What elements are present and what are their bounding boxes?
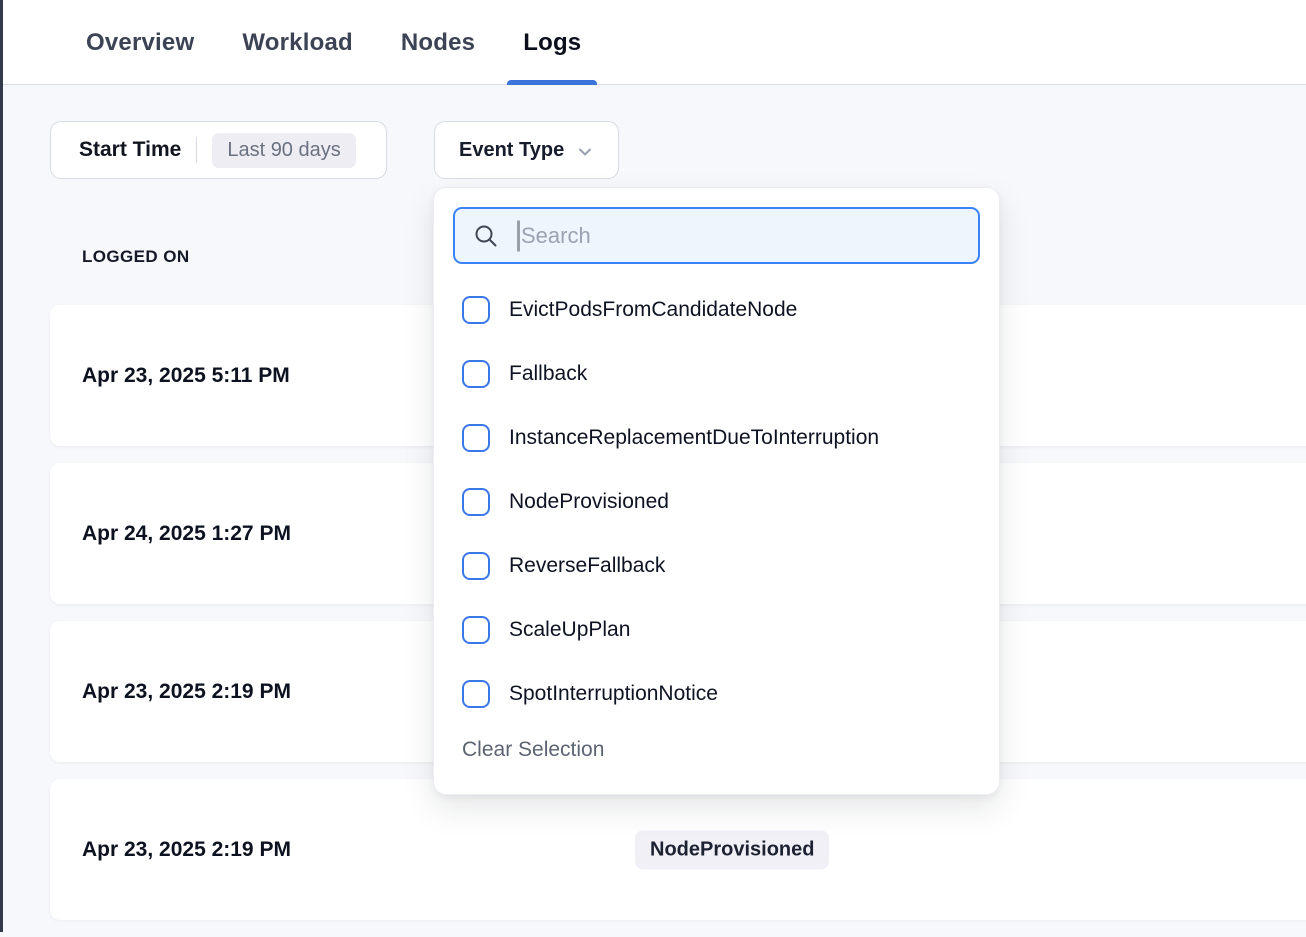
chevron-down-icon: [576, 143, 594, 161]
checkbox-icon[interactable]: [462, 552, 490, 580]
clear-selection-button[interactable]: Clear Selection: [453, 738, 980, 762]
tab-nodes[interactable]: Nodes: [401, 0, 475, 85]
sidebar-edge: [0, 0, 3, 932]
search-icon: [472, 222, 500, 250]
option-label: ReverseFallback: [509, 554, 665, 578]
event-type-dropdown: EvictPodsFromCandidateNode Fallback Inst…: [433, 187, 1000, 795]
option-evictpodsfromcandidatenode[interactable]: EvictPodsFromCandidateNode: [453, 278, 980, 342]
option-fallback[interactable]: Fallback: [453, 342, 980, 406]
dropdown-search: [453, 207, 980, 264]
logged-on-value: Apr 23, 2025 2:19 PM: [82, 838, 291, 862]
option-label: SpotInterruptionNotice: [509, 682, 718, 706]
tab-overview[interactable]: Overview: [86, 0, 194, 85]
option-reversefallback[interactable]: ReverseFallback: [453, 534, 980, 598]
option-label: EvictPodsFromCandidateNode: [509, 298, 797, 322]
option-instancereplacementduetointerruption[interactable]: InstanceReplacementDueToInterruption: [453, 406, 980, 470]
event-type-filter[interactable]: Event Type: [434, 121, 619, 179]
logged-on-value: Apr 23, 2025 2:19 PM: [82, 680, 291, 704]
tab-logs-label: Logs: [523, 29, 581, 57]
option-label: ScaleUpPlan: [509, 618, 630, 642]
tab-bar: Overview Workload Nodes Logs: [3, 0, 1306, 85]
checkbox-icon[interactable]: [462, 680, 490, 708]
active-tab-indicator: [507, 80, 597, 85]
start-time-label: Start Time: [79, 138, 181, 162]
tab-nodes-label: Nodes: [401, 29, 475, 57]
checkbox-icon[interactable]: [462, 488, 490, 516]
checkbox-icon[interactable]: [462, 360, 490, 388]
tab-overview-label: Overview: [86, 29, 194, 57]
column-header-logged-on: LOGGED ON: [82, 247, 190, 267]
option-label: InstanceReplacementDueToInterruption: [509, 426, 879, 450]
logged-on-value: Apr 23, 2025 5:11 PM: [82, 364, 290, 388]
logged-on-value: Apr 24, 2025 1:27 PM: [82, 522, 291, 546]
tab-logs[interactable]: Logs: [523, 0, 581, 85]
option-nodeprovisioned[interactable]: NodeProvisioned: [453, 470, 980, 534]
start-time-value[interactable]: Last 90 days: [212, 133, 355, 168]
search-input[interactable]: [455, 209, 978, 262]
checkbox-icon[interactable]: [462, 424, 490, 452]
event-type-label: Event Type: [459, 139, 564, 162]
tabs: Overview Workload Nodes Logs: [86, 0, 581, 85]
option-scaleupplan[interactable]: ScaleUpPlan: [453, 598, 980, 662]
event-type-options: EvictPodsFromCandidateNode Fallback Inst…: [453, 278, 980, 726]
text-caret: [517, 220, 520, 251]
event-type-badge: NodeProvisioned: [635, 830, 829, 869]
checkbox-icon[interactable]: [462, 616, 490, 644]
tab-workload[interactable]: Workload: [242, 0, 353, 85]
option-label: Fallback: [509, 362, 587, 386]
option-label: NodeProvisioned: [509, 490, 669, 514]
option-spotinterruptionnotice[interactable]: SpotInterruptionNotice: [453, 662, 980, 726]
start-time-filter[interactable]: Start Time Last 90 days: [50, 121, 387, 179]
checkbox-icon[interactable]: [462, 296, 490, 324]
filter-divider: [196, 137, 197, 163]
tab-workload-label: Workload: [242, 29, 353, 57]
table-row[interactable]: Apr 23, 2025 2:19 PM NodeProvisioned: [50, 779, 1306, 920]
